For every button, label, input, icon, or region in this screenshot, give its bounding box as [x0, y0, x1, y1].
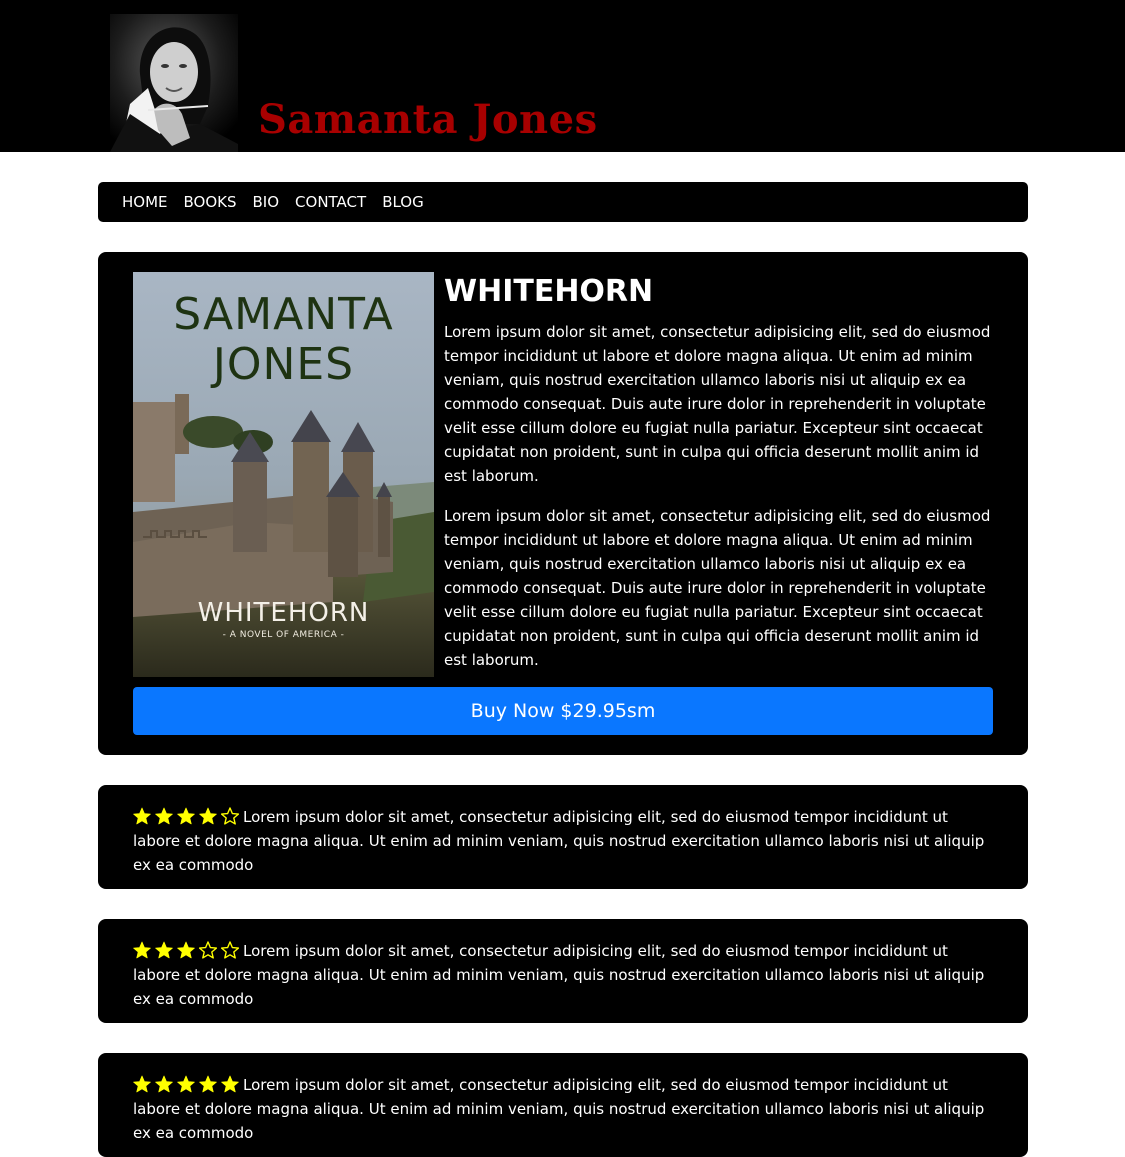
buy-now-button[interactable]: Buy Now $29.95sm: [133, 687, 993, 735]
star-filled-icon: [155, 941, 173, 959]
review-card: Lorem ipsum dolor sit amet, consectetur …: [98, 785, 1028, 889]
star-filled-icon: [199, 1075, 217, 1093]
star-rating: [133, 807, 243, 826]
review-card: Lorem ipsum dolor sit amet, consectetur …: [98, 1053, 1028, 1157]
cover-author-line-2: JONES: [212, 339, 355, 390]
review-card: Lorem ipsum dolor sit amet, consectetur …: [98, 919, 1028, 1023]
star-filled-icon: [133, 941, 151, 959]
review-body: Lorem ipsum dolor sit amet, consectetur …: [133, 805, 993, 877]
review-text: Lorem ipsum dolor sit amet, consectetur …: [133, 1076, 985, 1142]
review-body: Lorem ipsum dolor sit amet, consectetur …: [133, 939, 993, 1011]
nav-contact[interactable]: CONTACT: [295, 193, 366, 211]
cover-subtitle: - A NOVEL OF AMERICA -: [222, 630, 345, 640]
book-description-paragraph: Lorem ipsum dolor sit amet, consectetur …: [444, 507, 991, 669]
star-rating: [133, 1075, 243, 1094]
review-body: Lorem ipsum dolor sit amet, consectetur …: [133, 1073, 993, 1145]
star-filled-icon: [155, 807, 173, 825]
book-title: WHITEHORN: [444, 274, 654, 309]
star-filled-icon: [221, 1075, 239, 1093]
star-filled-icon: [133, 807, 151, 825]
book-description: Lorem ipsum dolor sit amet, consectetur …: [444, 320, 999, 688]
star-outline-icon: [221, 807, 239, 825]
star-outline-icon: [199, 941, 217, 959]
main-nav: HOME BOOKS BIO CONTACT BLOG: [98, 182, 1028, 222]
star-outline-icon: [221, 941, 239, 959]
star-filled-icon: [177, 941, 195, 959]
cover-title: WHITEHORN: [197, 598, 370, 628]
author-portrait: [110, 14, 238, 152]
nav-bio[interactable]: BIO: [253, 193, 280, 211]
star-filled-icon: [133, 1075, 151, 1093]
star-filled-icon: [155, 1075, 173, 1093]
star-filled-icon: [177, 1075, 195, 1093]
nav-books[interactable]: BOOKS: [184, 193, 237, 211]
site-header: Samanta Jones: [0, 0, 1125, 152]
cover-author-line-1: SAMANTA: [173, 289, 394, 340]
site-title: Samanta Jones: [258, 96, 598, 143]
star-filled-icon: [177, 807, 195, 825]
review-text: Lorem ipsum dolor sit amet, consectetur …: [133, 942, 985, 1008]
nav-home[interactable]: HOME: [122, 193, 168, 211]
book-description-paragraph: Lorem ipsum dolor sit amet, consectetur …: [444, 323, 991, 485]
nav-blog[interactable]: BLOG: [382, 193, 424, 211]
review-text: Lorem ipsum dolor sit amet, consectetur …: [133, 808, 985, 874]
book-cover[interactable]: SAMANTA JONES WHITEHORN - A NOVEL OF AME…: [133, 272, 434, 677]
book-card: SAMANTA JONES WHITEHORN - A NOVEL OF AME…: [98, 252, 1028, 755]
cover-author: SAMANTA JONES: [133, 290, 434, 390]
star-filled-icon: [199, 807, 217, 825]
star-rating: [133, 941, 243, 960]
